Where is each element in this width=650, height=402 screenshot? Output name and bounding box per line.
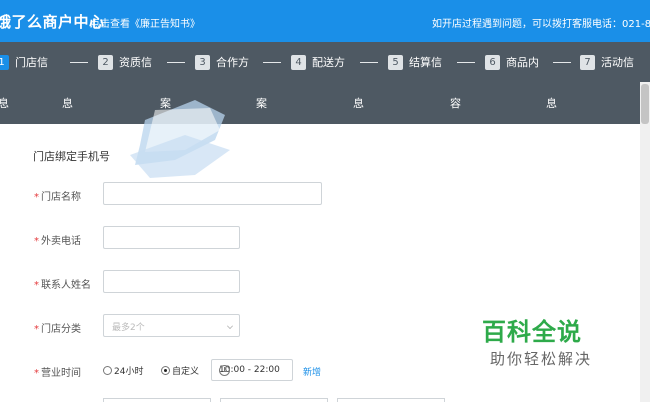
step-label-tail: 息 xyxy=(0,97,9,110)
category-label: * 门店分类 xyxy=(34,324,81,335)
clock-icon xyxy=(219,365,230,376)
step-number: 1 xyxy=(0,54,9,70)
next-field-input[interactable] xyxy=(103,398,211,402)
hours-custom-radio[interactable]: 自定义 xyxy=(161,364,199,377)
step-label: 门店信 xyxy=(15,56,48,69)
step-number: 4 xyxy=(291,54,306,70)
step-7-activity[interactable]: 7 活动信 xyxy=(580,54,634,70)
step-label: 活动信 xyxy=(601,56,634,69)
step-connector xyxy=(553,62,571,63)
step-label: 合作方 xyxy=(216,56,249,69)
scrollbar-thumb[interactable] xyxy=(641,84,649,124)
time-range-picker[interactable]: 10:00 - 22:00 xyxy=(211,359,293,381)
step-label-tail: 容 xyxy=(450,97,461,110)
step-connector xyxy=(457,62,475,63)
step-connector xyxy=(167,62,185,63)
step-3-cooperation[interactable]: 3 合作方 xyxy=(195,54,249,70)
contact-name-input[interactable] xyxy=(103,270,240,293)
step-connector xyxy=(70,62,88,63)
delivery-phone-label: * 外卖电话 xyxy=(34,236,81,247)
section-title: 门店绑定手机号 xyxy=(33,150,110,163)
business-hours-label: * 营业时间 xyxy=(34,368,81,379)
watermark-title: 百科全说 xyxy=(482,318,582,346)
step-2-qualification[interactable]: 2 资质信 xyxy=(98,54,152,70)
step-4-delivery[interactable]: 4 配送方 xyxy=(291,54,345,70)
radio-selected-icon xyxy=(161,366,170,375)
step-connector xyxy=(263,62,281,63)
hours-24h-radio[interactable]: 24小时 xyxy=(103,364,143,377)
store-name-input[interactable] xyxy=(103,182,322,205)
page-root: 饿了么商户中心 点击查看《廉正告知书》 如开店过程遇到问题，可以拨打客服电话：0… xyxy=(0,0,650,402)
contact-name-label: * 联系人姓名 xyxy=(34,280,91,291)
step-label: 配送方 xyxy=(312,56,345,69)
step-connector xyxy=(360,62,378,63)
step-label: 商品内 xyxy=(506,56,539,69)
chevron-down-icon xyxy=(227,323,233,329)
step-number: 2 xyxy=(98,54,113,70)
step-6-products[interactable]: 6 商品内 xyxy=(485,54,539,70)
next-field-input[interactable] xyxy=(337,398,445,402)
scrollbar-track[interactable] xyxy=(640,82,650,402)
step-number: 3 xyxy=(195,54,210,70)
integrity-notice-link[interactable]: 点击查看《廉正告知书》 xyxy=(90,15,200,30)
help-hotline-text: 如开店过程遇到问题，可以拨打客服电话：021-80 xyxy=(432,19,650,30)
step-number: 5 xyxy=(388,54,403,70)
step-label-continuation-row: 息 息 案 案 息 容 息 xyxy=(0,82,650,124)
add-time-range-link[interactable]: 新增 xyxy=(303,365,321,378)
step-5-settlement[interactable]: 5 结算信 xyxy=(388,54,442,70)
watermark-subtitle: 助你轻松解决 xyxy=(490,350,593,368)
delivery-phone-input[interactable] xyxy=(103,226,240,249)
category-select[interactable]: 最多2个 xyxy=(103,314,240,337)
site-watermark: 百科全说 助你轻松解决 xyxy=(482,312,602,369)
step-number: 6 xyxy=(485,54,500,70)
step-label-tail: 息 xyxy=(546,97,557,110)
step-1-store-info[interactable]: 1 门店信 xyxy=(0,54,48,70)
step-label: 资质信 xyxy=(119,56,152,69)
step-label-tail: 案 xyxy=(256,97,267,110)
next-field-input[interactable] xyxy=(220,398,328,402)
step-number: 7 xyxy=(580,54,595,70)
brand-title[interactable]: 饿了么商户中心 xyxy=(0,11,105,32)
step-label-tail: 息 xyxy=(353,97,364,110)
radio-circle-icon xyxy=(103,366,112,375)
step-label: 结算信 xyxy=(409,56,442,69)
redaction-scribble xyxy=(130,100,230,178)
header-bar: 饿了么商户中心 点击查看《廉正告知书》 如开店过程遇到问题，可以拨打客服电话：0… xyxy=(0,0,650,42)
store-name-label: * 门店名称 xyxy=(34,192,81,203)
step-label-tail: 息 xyxy=(62,97,73,110)
